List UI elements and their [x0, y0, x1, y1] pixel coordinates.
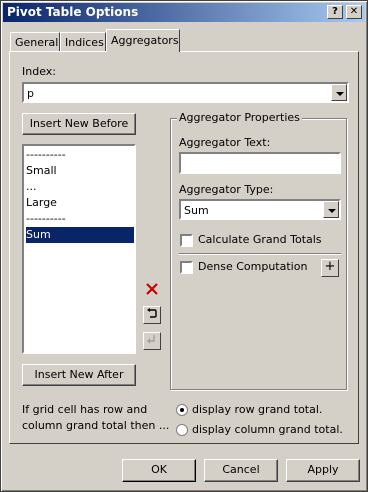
aggregator-properties-title: Aggregator Properties — [177, 111, 302, 124]
list-item[interactable]: Small — [26, 163, 57, 179]
plus-icon: + — [324, 259, 336, 274]
aggregator-listbox[interactable]: ---------- Small ... Large ---------- Su… — [22, 144, 136, 354]
help-button[interactable]: ? — [327, 5, 343, 19]
undo-button[interactable] — [143, 306, 161, 324]
dense-computation-checkbox[interactable] — [180, 261, 193, 274]
insert-new-before-label: Insert New Before — [29, 117, 129, 130]
column-grand-total-radio[interactable] — [176, 424, 188, 436]
calculate-grand-totals-label: Calculate Grand Totals — [198, 233, 322, 246]
chevron-down-icon[interactable] — [323, 201, 339, 218]
list-item[interactable]: ---------- — [26, 147, 66, 163]
aggregator-properties-group: Aggregator Properties Aggregator Text: A… — [170, 111, 347, 390]
apply-label: Apply — [307, 463, 339, 476]
chevron-down-icon[interactable] — [331, 84, 347, 101]
tab-indices[interactable]: Indices — [60, 32, 106, 51]
list-item[interactable]: ... — [26, 179, 37, 195]
close-icon: ✕ — [349, 6, 359, 17]
list-item[interactable]: Large — [26, 195, 57, 211]
aggregator-text-label: Aggregator Text: — [179, 136, 271, 149]
ok-label: OK — [151, 463, 167, 476]
insert-new-after-label: Insert New After — [34, 368, 124, 381]
index-combobox[interactable]: p — [22, 82, 349, 103]
help-icon: ? — [332, 6, 338, 17]
aggregator-type-select[interactable]: Sum — [179, 199, 341, 220]
apply-button[interactable]: Apply — [286, 459, 360, 482]
index-value: p — [27, 87, 34, 100]
list-item[interactable]: ---------- — [26, 211, 66, 227]
grand-total-description: If grid cell has row and column grand to… — [22, 403, 170, 432]
aggregator-type-label: Aggregator Type: — [179, 183, 274, 196]
tab-aggregators-label: Aggregators — [111, 34, 179, 47]
calculate-grand-totals-checkbox[interactable] — [180, 234, 193, 247]
insert-new-before-button[interactable]: Insert New Before — [22, 113, 136, 135]
cancel-label: Cancel — [222, 463, 260, 476]
close-button[interactable]: ✕ — [346, 5, 362, 19]
title-bar: Pivot Table Options ? ✕ — [3, 3, 365, 22]
row-grand-total-label: display row grand total. — [192, 403, 323, 416]
pivot-table-options-dialog: Pivot Table Options ? ✕ General Indices … — [0, 0, 368, 492]
dense-computation-label: Dense Computation — [198, 260, 308, 273]
tab-general-label: General — [15, 36, 59, 49]
add-button[interactable]: + — [321, 259, 339, 277]
delete-icon — [146, 283, 158, 295]
redo-icon — [147, 335, 155, 344]
delete-button[interactable] — [143, 282, 161, 300]
undo-icon — [147, 308, 157, 318]
ok-button[interactable]: OK — [122, 459, 196, 482]
tab-indices-label: Indices — [65, 36, 104, 49]
window-title: Pivot Table Options — [7, 5, 139, 19]
tab-general[interactable]: General — [10, 32, 60, 51]
index-label: Index: — [22, 65, 56, 78]
tab-aggregators[interactable]: Aggregators — [106, 29, 180, 52]
aggregator-type-value: Sum — [184, 204, 209, 217]
insert-new-after-button[interactable]: Insert New After — [22, 364, 136, 386]
list-item-selected[interactable]: Sum — [26, 227, 134, 243]
column-grand-total-label: display column grand total. — [192, 423, 343, 436]
divider — [179, 253, 341, 255]
redo-button[interactable] — [143, 332, 161, 350]
aggregators-tab-panel: Index: p Insert New Before ---------- Sm… — [9, 51, 359, 444]
row-grand-total-radio[interactable] — [176, 404, 188, 416]
aggregator-text-input[interactable] — [179, 152, 341, 174]
cancel-button[interactable]: Cancel — [204, 459, 278, 482]
